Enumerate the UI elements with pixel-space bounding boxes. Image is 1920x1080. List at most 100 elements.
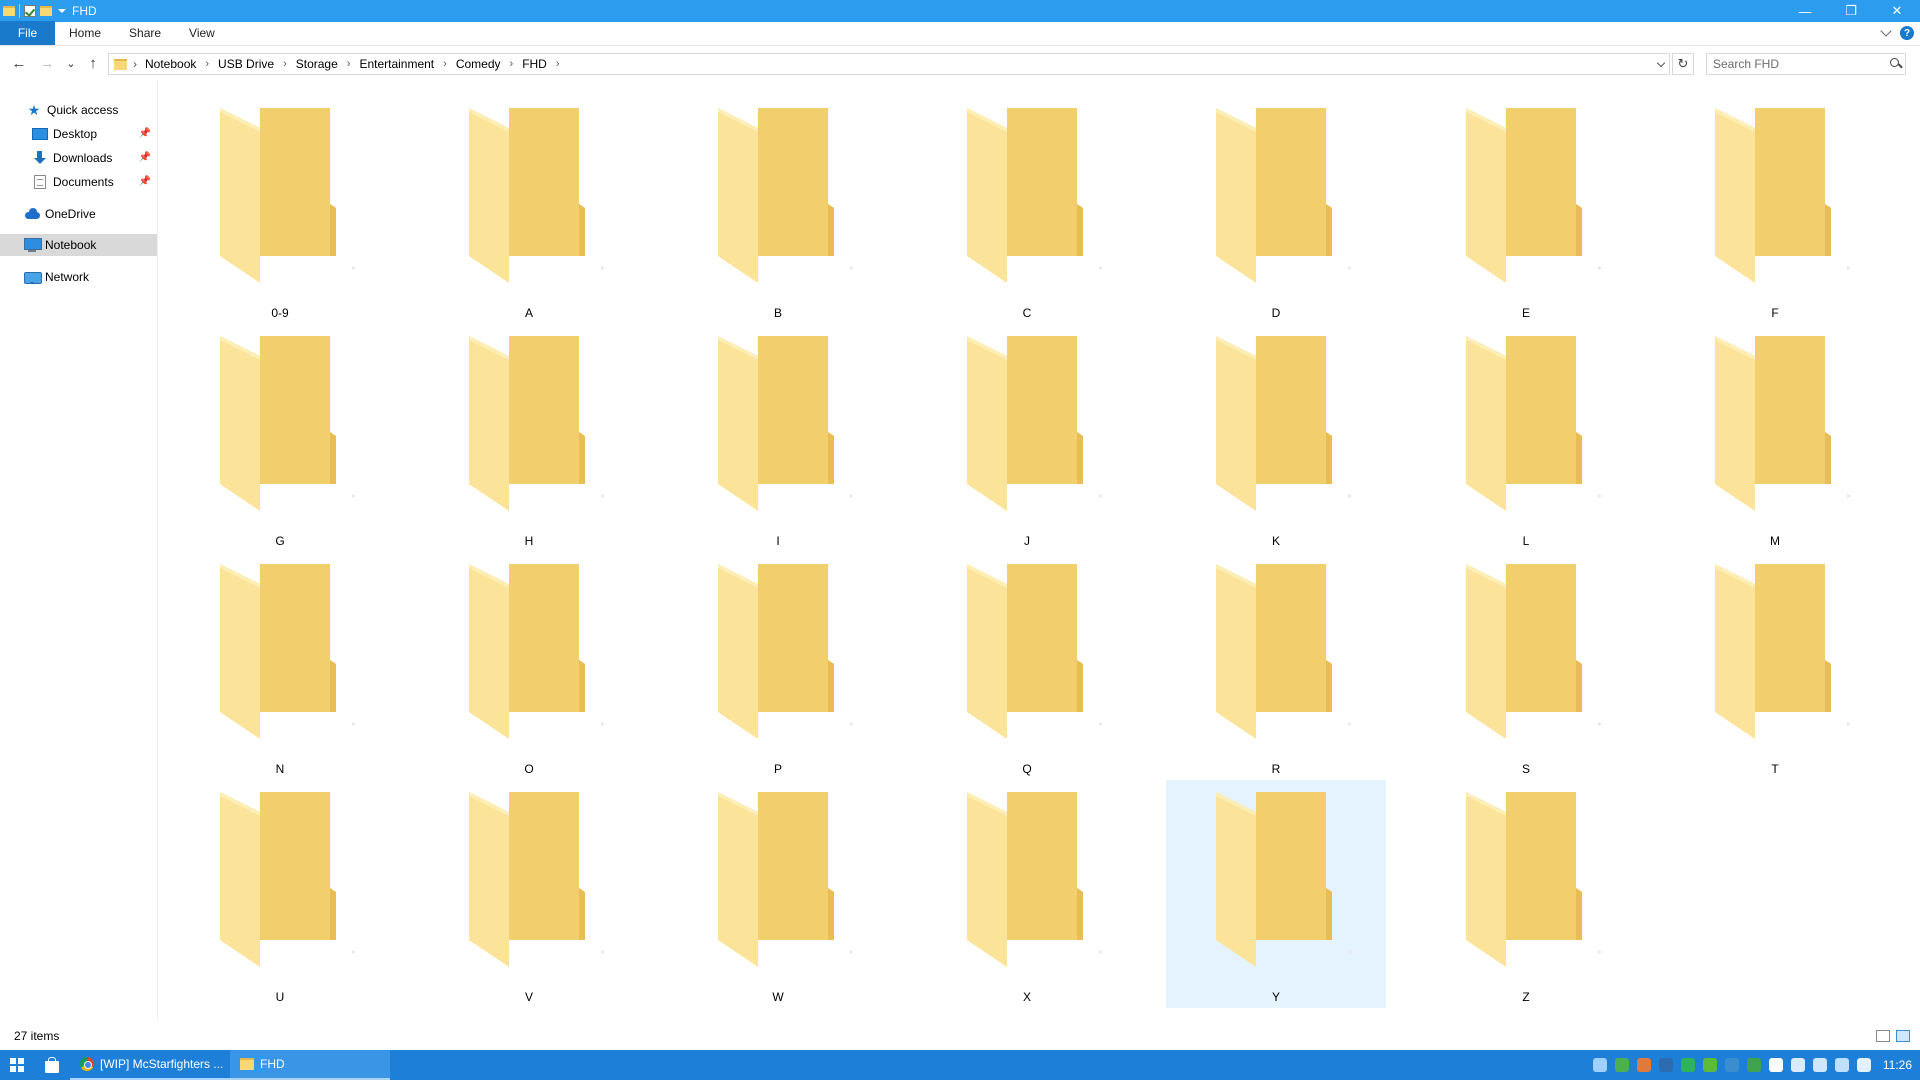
- start-button[interactable]: [0, 1050, 34, 1080]
- folder-item[interactable]: P: [668, 552, 888, 780]
- folder-item[interactable]: Y: [1166, 780, 1386, 1008]
- breadcrumb-separator[interactable]: ›: [556, 58, 560, 70]
- breadcrumb-link[interactable]: FHD: [522, 57, 547, 71]
- restore-button[interactable]: ❐: [1828, 0, 1874, 22]
- folder-item[interactable]: S: [1416, 552, 1636, 780]
- clock[interactable]: 11:26: [1883, 1058, 1912, 1072]
- folder-item[interactable]: R: [1166, 552, 1386, 780]
- nav-item-network[interactable]: Network: [0, 266, 157, 288]
- cloud-icon[interactable]: [1790, 1058, 1805, 1072]
- folder-item[interactable]: W: [668, 780, 888, 1008]
- folder-item[interactable]: I: [668, 324, 888, 552]
- customize-toolbar-caret-icon[interactable]: [58, 9, 66, 13]
- search-input[interactable]: [1707, 55, 1887, 73]
- search-icon[interactable]: [1887, 55, 1905, 73]
- store-button[interactable]: [34, 1050, 70, 1080]
- breadcrumb-separator[interactable]: ›: [347, 58, 351, 70]
- nav-item-label: Quick access: [47, 103, 119, 117]
- people-icon[interactable]: [1592, 1058, 1607, 1072]
- address-bar[interactable]: › Notebook › USB Drive › Storage › Entertainmen…: [108, 53, 1670, 75]
- folder-item[interactable]: C: [917, 96, 1137, 324]
- folder-item[interactable]: F: [1665, 96, 1885, 324]
- tab-file[interactable]: File: [0, 21, 55, 45]
- folder-item[interactable]: K: [1166, 324, 1386, 552]
- help-icon[interactable]: ?: [1900, 26, 1914, 40]
- new-folder-icon[interactable]: [40, 6, 52, 16]
- folder-icon: [967, 336, 1103, 511]
- tab-home[interactable]: Home: [55, 21, 115, 45]
- folder-item[interactable]: M: [1665, 324, 1885, 552]
- folder-item[interactable]: A: [419, 96, 639, 324]
- folder-item[interactable]: G: [170, 324, 390, 552]
- refresh-button[interactable]: ↻: [1672, 53, 1694, 75]
- folder-item[interactable]: E: [1416, 96, 1636, 324]
- folder-item[interactable]: X: [917, 780, 1137, 1008]
- steam-icon[interactable]: [1658, 1058, 1673, 1072]
- nvidia-icon[interactable]: [1702, 1058, 1717, 1072]
- nav-item-notebook[interactable]: Notebook: [0, 234, 157, 256]
- address-dropdown-button[interactable]: [1651, 54, 1669, 74]
- breadcrumb-separator[interactable]: ›: [510, 58, 514, 70]
- media-player-icon[interactable]: [1614, 1058, 1629, 1072]
- expand-ribbon-chevron-icon[interactable]: [1880, 25, 1892, 37]
- breadcrumb-link[interactable]: Storage: [296, 57, 338, 71]
- forward-button[interactable]: →: [38, 55, 56, 72]
- folder-item[interactable]: V: [419, 780, 639, 1008]
- breadcrumb-separator[interactable]: ›: [443, 58, 447, 70]
- nav-item-downloads[interactable]: Downloads 📌: [0, 147, 157, 169]
- folder-item[interactable]: B: [668, 96, 888, 324]
- details-view-icon[interactable]: [1876, 1030, 1890, 1042]
- taskbar-app-chrome[interactable]: [WIP] McStarfighters ...: [70, 1050, 230, 1080]
- close-button[interactable]: ✕: [1874, 0, 1920, 22]
- folder-name: W: [772, 990, 784, 1004]
- up-button[interactable]: ↑: [84, 55, 102, 72]
- nav-item-quick-access[interactable]: ★ Quick access: [0, 99, 157, 121]
- folder-item[interactable]: L: [1416, 324, 1636, 552]
- folder-name: V: [524, 990, 533, 1004]
- recent-locations-button[interactable]: ⌄: [62, 55, 80, 71]
- taskbar-app-label: FHD: [260, 1057, 285, 1071]
- folder-item[interactable]: D: [1166, 96, 1386, 324]
- folder-item[interactable]: O: [419, 552, 639, 780]
- folder-item[interactable]: U: [170, 780, 390, 1008]
- folder-item[interactable]: Z: [1416, 780, 1636, 1008]
- properties-icon[interactable]: [24, 5, 36, 17]
- folder-item[interactable]: 0-9: [170, 96, 390, 324]
- breadcrumb-separator[interactable]: ›: [283, 58, 287, 70]
- large-icons-view-icon[interactable]: [1896, 1030, 1910, 1042]
- taskbar-app-explorer[interactable]: FHD: [230, 1050, 390, 1080]
- folder-item[interactable]: T: [1665, 552, 1885, 780]
- send-icon[interactable]: [1680, 1058, 1695, 1072]
- globe-icon[interactable]: [1724, 1058, 1739, 1072]
- tab-view[interactable]: View: [175, 21, 229, 45]
- breadcrumb-link[interactable]: Entertainment: [359, 57, 434, 71]
- breadcrumb-link[interactable]: Comedy: [456, 57, 501, 71]
- folder-icon: [1715, 336, 1851, 511]
- battery-icon[interactable]: [1812, 1058, 1827, 1072]
- volume-icon[interactable]: [1856, 1058, 1871, 1072]
- nav-item-onedrive[interactable]: OneDrive: [0, 203, 157, 225]
- breadcrumb: › Notebook › USB Drive › Storage › Entertainmen…: [133, 57, 569, 71]
- folder-item[interactable]: H: [419, 324, 639, 552]
- cat-app-icon[interactable]: [1636, 1058, 1651, 1072]
- shield-icon[interactable]: [1768, 1058, 1783, 1072]
- computer-icon: [24, 238, 42, 252]
- nav-item-documents[interactable]: Documents 📌: [0, 171, 157, 193]
- leaf-icon[interactable]: [1746, 1058, 1761, 1072]
- folder-item[interactable]: N: [170, 552, 390, 780]
- nav-item-desktop[interactable]: Desktop 📌: [0, 123, 157, 145]
- network-icon[interactable]: [1834, 1058, 1849, 1072]
- folder-name: S: [1521, 762, 1530, 776]
- folder-item[interactable]: J: [917, 324, 1137, 552]
- folder-name: F: [1771, 306, 1779, 320]
- tab-share[interactable]: Share: [115, 21, 175, 45]
- breadcrumb-link[interactable]: Notebook: [145, 57, 196, 71]
- folder-name: U: [275, 990, 285, 1004]
- breadcrumb-separator[interactable]: ›: [133, 57, 137, 71]
- breadcrumb-link[interactable]: USB Drive: [218, 57, 274, 71]
- breadcrumb-separator[interactable]: ›: [205, 58, 209, 70]
- back-button[interactable]: ←: [10, 55, 28, 72]
- folder-name: Y: [1271, 990, 1280, 1004]
- minimize-button[interactable]: —: [1782, 0, 1828, 22]
- folder-item[interactable]: Q: [917, 552, 1137, 780]
